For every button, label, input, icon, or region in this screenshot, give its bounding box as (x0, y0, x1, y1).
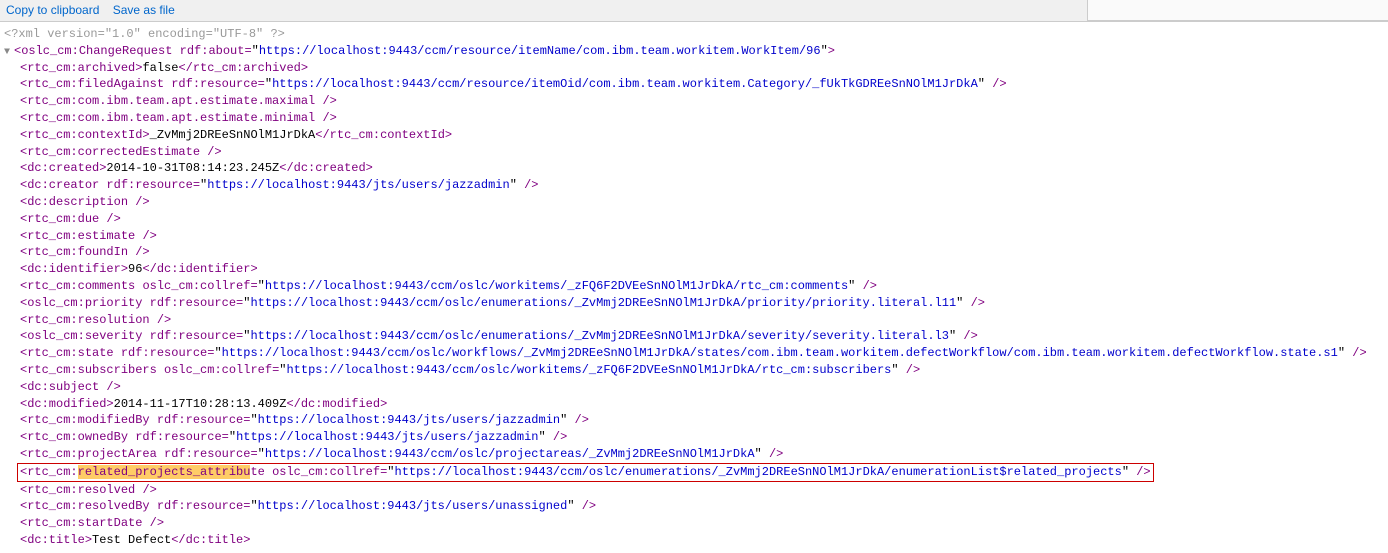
xml-element-line: <rtc_cm:foundIn /> (4, 244, 1384, 261)
xml-element-line: <rtc_cm:archived>false</rtc_cm:archived> (4, 60, 1384, 77)
expand-icon[interactable]: ▼ (4, 46, 14, 60)
copy-to-clipboard-link[interactable]: Copy to clipboard (6, 3, 99, 17)
xml-element-line: <rtc_cm:comments oslc_cm:collref="https:… (4, 278, 1384, 295)
xml-element-line: <rtc_cm:resolution /> (4, 312, 1384, 329)
xml-element-line: <rtc_cm:resolved /> (4, 482, 1384, 499)
xml-element-line: <rtc_cm:estimate /> (4, 228, 1384, 245)
xml-element-line: <rtc_cm:contextId>_ZvMmj2DREeSnNOlM1JrDk… (4, 127, 1384, 144)
xml-element-line: <rtc_cm:related_projects_attribute oslc_… (4, 463, 1384, 482)
xml-viewer[interactable]: <?xml version="1.0" encoding="UTF-8" ?> … (0, 22, 1388, 553)
xml-element-line: <rtc_cm:resolvedBy rdf:resource="https:/… (4, 498, 1384, 515)
xml-element-line: <rtc_cm:com.ibm.team.apt.estimate.maxima… (4, 93, 1384, 110)
highlighted-element: <rtc_cm:related_projects_attribute oslc_… (17, 463, 1154, 482)
xml-element-line: <dc:subject /> (4, 379, 1384, 396)
xml-element-line: <dc:modified>2014-11-17T10:28:13.409Z</d… (4, 396, 1384, 413)
xml-element-line: <rtc_cm:correctedEstimate /> (4, 144, 1384, 161)
xml-element-line: <oslc_cm:severity rdf:resource="https://… (4, 328, 1384, 345)
xml-element-line: <rtc_cm:com.ibm.team.apt.estimate.minima… (4, 110, 1384, 127)
save-as-file-link[interactable]: Save as file (113, 3, 175, 17)
xml-element-line: <dc:description /> (4, 194, 1384, 211)
xml-element-line: <rtc_cm:due /> (4, 211, 1384, 228)
xml-element-line: <rtc_cm:projectArea rdf:resource="https:… (4, 446, 1384, 463)
xml-element-line: <rtc_cm:subscribers oslc_cm:collref="htt… (4, 362, 1384, 379)
xml-element-line: <rtc_cm:state rdf:resource="https://loca… (4, 345, 1384, 362)
xml-root-open: ▼<oslc_cm:ChangeRequest rdf:about="https… (4, 43, 1384, 60)
xml-element-line: <dc:creator rdf:resource="https://localh… (4, 177, 1384, 194)
xml-element-line: <dc:created>2014-10-31T08:14:23.245Z</dc… (4, 160, 1384, 177)
xml-element-line: <dc:identifier>96</dc:identifier> (4, 261, 1384, 278)
xml-element-line: <dc:title>Test Defect</dc:title> (4, 532, 1384, 549)
xml-element-line: <rtc_cm:filedAgainst rdf:resource="https… (4, 76, 1384, 93)
xml-element-line: <rtc_cm:modifiedBy rdf:resource="https:/… (4, 412, 1384, 429)
xml-element-line: <rtc_cm:startDate /> (4, 515, 1384, 532)
xml-element-line: <oslc_cm:priority rdf:resource="https://… (4, 295, 1384, 312)
xml-declaration: <?xml version="1.0" encoding="UTF-8" ?> (4, 26, 1384, 43)
xml-element-line: <rtc_cm:ownedBy rdf:resource="https://lo… (4, 429, 1384, 446)
side-panel (1087, 0, 1388, 21)
